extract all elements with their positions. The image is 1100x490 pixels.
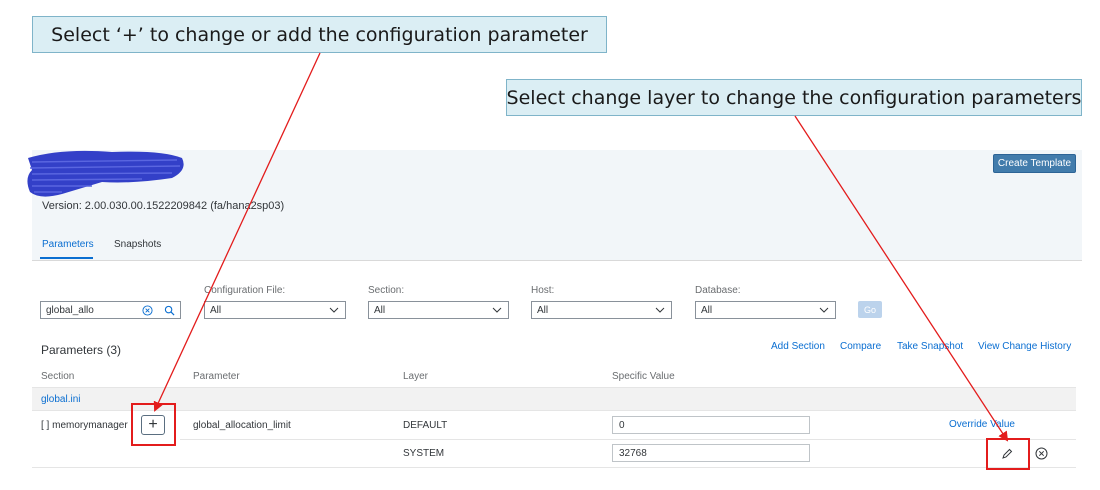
override-value-link[interactable]: Override Value	[949, 419, 1015, 430]
chevron-down-icon	[329, 307, 339, 313]
specific-value: 0	[619, 419, 625, 431]
parameter-cell: global_allocation_limit	[193, 420, 291, 431]
chevron-down-icon	[655, 307, 665, 313]
chevron-down-icon	[819, 307, 829, 313]
search-icon[interactable]	[164, 305, 175, 316]
layer-cell: DEFAULT	[403, 420, 448, 431]
section-cell: [ ] memorymanager	[41, 420, 128, 431]
compare-link[interactable]: Compare	[840, 341, 881, 352]
tab-snapshots[interactable]: Snapshots	[114, 239, 161, 250]
tab-parameters[interactable]: Parameters	[42, 239, 94, 250]
take-snapshot-link[interactable]: Take Snapshot	[897, 341, 963, 352]
group-label-global-ini[interactable]: global.ini	[41, 394, 80, 405]
config-file-value: All	[210, 304, 222, 316]
clear-icon[interactable]	[142, 305, 153, 316]
config-file-select[interactable]: All	[204, 301, 346, 319]
highlight-edit-button	[986, 438, 1030, 470]
highlight-add-button	[131, 403, 176, 446]
column-header-specific-value: Specific Value	[612, 371, 675, 382]
redaction-scribble	[27, 150, 184, 197]
section-label: Section:	[368, 285, 405, 296]
delete-icon[interactable]	[1035, 447, 1048, 460]
layer-cell: SYSTEM	[403, 448, 445, 459]
database-label: Database:	[695, 285, 741, 296]
annotation-change-layer: Select change layer to change the config…	[506, 79, 1082, 116]
column-header-section: Section	[41, 371, 75, 382]
add-section-link[interactable]: Add Section	[771, 341, 825, 352]
divider	[180, 439, 1076, 440]
column-header-parameter: Parameter	[193, 371, 240, 382]
active-tab-indicator	[40, 257, 93, 259]
database-value: All	[701, 304, 713, 316]
host-select[interactable]: All	[531, 301, 672, 319]
specific-value-input[interactable]: 0	[612, 416, 810, 434]
view-change-history-link[interactable]: View Change History	[978, 341, 1071, 352]
annotation-add-parameter: Select ‘+’ to change or add the configur…	[32, 16, 607, 53]
section-value: All	[374, 304, 386, 316]
parameters-title: Parameters (3)	[41, 343, 122, 357]
host-value: All	[537, 304, 549, 316]
table-header	[32, 366, 1076, 388]
group-row	[32, 388, 1076, 410]
create-template-button[interactable]: Create Template	[993, 154, 1076, 173]
chevron-down-icon	[492, 307, 502, 313]
search-input[interactable]: global_allo	[40, 301, 181, 319]
config-file-label: Configuration File:	[204, 285, 286, 296]
divider	[32, 260, 1082, 261]
column-header-layer: Layer	[403, 371, 429, 382]
system-version: Version: 2.00.030.00.1522209842 (fa/hana…	[42, 200, 285, 212]
divider	[32, 467, 1076, 468]
search-input-value: global_allo	[46, 304, 94, 316]
specific-value-input[interactable]: 32768	[612, 444, 810, 462]
database-select[interactable]: All	[695, 301, 836, 319]
specific-value: 32768	[619, 447, 647, 459]
go-button[interactable]: Go	[858, 301, 882, 318]
divider	[32, 410, 1076, 411]
host-label: Host:	[531, 285, 555, 296]
section-select[interactable]: All	[368, 301, 509, 319]
